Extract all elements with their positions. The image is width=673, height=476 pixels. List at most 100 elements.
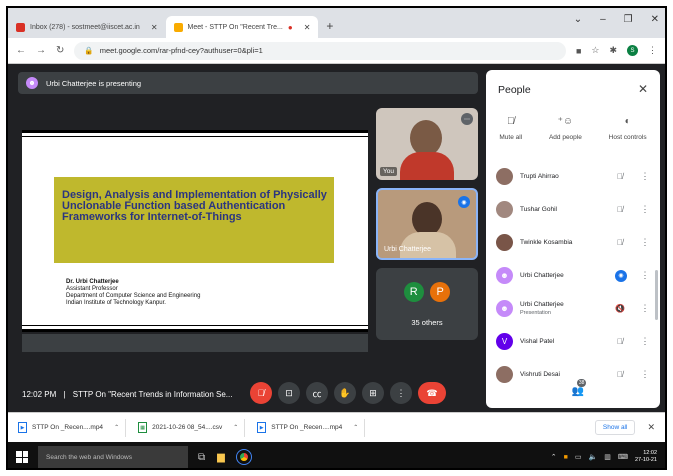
presenter-avatar: ☻ [26, 77, 38, 89]
windows-start-icon[interactable] [16, 451, 28, 463]
present-screen-icon[interactable]: ⊞ [362, 382, 384, 404]
download-item[interactable]: ▶ STTP On _Recen....mp4 ⌃ [18, 418, 127, 437]
avatar [496, 168, 513, 185]
back-icon[interactable]: ← [16, 45, 26, 56]
slide-author-block: Dr. Urbi Chatterjee Assistant Professor … [66, 279, 200, 307]
clock-date: 27-10-21 [634, 457, 657, 463]
menu-icon[interactable]: ⋮ [648, 45, 657, 56]
url-field[interactable]: 🔒 meet.google.com/rar-pfnd-cey?authuser=… [74, 41, 566, 60]
mute-all-button[interactable]: 🎙̸ Mute all [499, 116, 522, 141]
host-controls-button[interactable]: ◐ Host controls [609, 116, 647, 141]
self-video-tile[interactable]: ⋯ You [376, 108, 478, 180]
csv-file-icon: ▦ [138, 422, 148, 433]
new-tab-button[interactable]: + [318, 19, 341, 38]
participant-name: Trupti Ahirrao [520, 172, 559, 180]
host-controls-icon[interactable]: ⛨ [644, 386, 652, 397]
speaking-indicator-icon: ◉ [458, 196, 470, 208]
end-call-button[interactable]: ☎ [418, 382, 446, 404]
avatar [496, 234, 513, 251]
tab-meet[interactable]: Meet - STTP On "Recent Tre... ● ✕ [165, 16, 319, 38]
mic-off-icon: 🎙̸ [617, 337, 623, 346]
slide-author-inst: Indian Institute of Technology Kanpur. [66, 300, 166, 306]
people-scrollbar[interactable] [655, 270, 658, 320]
tray-app-icon[interactable]: ■ [564, 454, 568, 461]
chevron-up-icon[interactable]: ⌃ [233, 424, 238, 431]
taskbar-clock[interactable]: 12:02 27-10-21 [635, 450, 657, 464]
info-icon[interactable]: ⓘ [548, 384, 558, 399]
more-options-icon[interactable]: ⋮ [640, 237, 650, 248]
download-item[interactable]: ▦ 2021-10-26 08_54....csv ⌃ [138, 418, 246, 437]
close-icon[interactable]: ✕ [304, 23, 311, 32]
reload-icon[interactable]: ↻ [56, 45, 64, 56]
list-item[interactable]: Twinkle Kosambia 🎙̸ ⋮ [486, 226, 660, 259]
mic-off-icon: 🎙̸ [617, 205, 623, 214]
more-options-icon[interactable]: ⋮ [390, 382, 412, 404]
others-tile[interactable]: R P 35 others [376, 268, 478, 340]
forward-icon[interactable]: → [36, 45, 46, 56]
chevron-up-icon[interactable]: ⌃ [551, 453, 557, 461]
camera-icon[interactable]: ■ [576, 46, 581, 56]
meeting-time: 12:02 PM [22, 389, 57, 399]
system-tray: ⌃ ■ ▭ 🔈 ▥ ⌨ 12:02 27-10-21 [551, 450, 657, 464]
chevron-up-icon[interactable]: ⌃ [353, 424, 358, 431]
list-item[interactable]: ☻ Urbi Chatterjee Presentation 🔇 ⋮ [486, 292, 660, 325]
add-people-button[interactable]: ⁺☺ Add people [549, 116, 582, 141]
keyboard-icon[interactable]: ⌨ [618, 453, 628, 461]
chevron-up-icon[interactable]: ⌃ [114, 424, 119, 431]
add-people-label: Add people [548, 134, 582, 141]
more-options-icon[interactable]: ⋮ [640, 270, 650, 281]
people-panel: People ✕ 🎙̸ Mute all ⁺☺ Add people ◐ Hos… [486, 70, 660, 408]
close-icon[interactable]: ✕ [647, 422, 655, 433]
tab-label: Meet - STTP On "Recent Tre... [187, 23, 283, 31]
download-item[interactable]: ▶ STTP On _Recen....mp4 ⌃ [257, 418, 366, 437]
tab-gmail[interactable]: Inbox (278) - sostmeet@iiscet.ac.in ✕ [8, 16, 166, 38]
avatar: V [496, 333, 513, 350]
battery-icon[interactable]: ▭ [575, 453, 582, 461]
star-icon[interactable]: ☆ [591, 45, 599, 56]
activities-icon[interactable]: △ [622, 386, 630, 397]
show-all-button[interactable]: Show all [594, 420, 636, 435]
people-icon[interactable]: 👥 38 [572, 379, 587, 397]
call-controls: 🎙̸ ⊡ ㏄ ✋ ⊞ ⋮ ☎ [250, 382, 446, 404]
speaker-video-tile[interactable]: ◉ Urbi Chatterjee [376, 188, 478, 260]
profile-avatar[interactable]: S [627, 45, 638, 56]
slide-rule-bottom [22, 325, 368, 326]
minimize-icon[interactable]: – [600, 14, 606, 25]
more-options-icon[interactable]: ⋮ [640, 303, 650, 314]
tab-label: Inbox (278) - sostmeet@iiscet.ac.in [30, 23, 140, 31]
clock-time: 12:02 [643, 450, 657, 456]
more-options-icon[interactable]: ⋮ [640, 336, 650, 347]
download-name: STTP On _Recen....mp4 [271, 424, 343, 431]
camera-off-icon[interactable]: ⊡ [278, 382, 300, 404]
raise-hand-icon[interactable]: ✋ [334, 382, 356, 404]
avatar: P [430, 282, 451, 302]
close-icon[interactable]: ✕ [638, 82, 648, 96]
captions-icon[interactable]: ㏄ [306, 382, 328, 404]
maximize-icon[interactable]: ❐ [624, 14, 633, 25]
network-icon[interactable]: ▥ [604, 453, 611, 461]
mic-off-icon[interactable]: 🎙̸ [250, 382, 272, 404]
file-explorer-icon[interactable]: ▆ [217, 452, 225, 463]
volume-icon[interactable]: 🔈 [589, 453, 598, 461]
chrome-icon[interactable] [235, 449, 252, 465]
mic-off-icon: 🎙̸ [617, 238, 623, 247]
list-item[interactable]: Trupti Ahirrao 🎙̸ ⋮ [486, 160, 660, 193]
close-icon[interactable]: ✕ [151, 23, 158, 32]
taskbar-search[interactable]: Search the web and Windows [38, 446, 188, 468]
chevron-down-icon[interactable]: ⌄ [574, 14, 582, 25]
extensions-icon[interactable]: ✱ [609, 45, 617, 56]
list-item[interactable]: V Vishal Patel 🎙̸ ⋮ [486, 325, 660, 358]
close-window-icon[interactable]: ✕ [651, 14, 659, 25]
meeting-title: STTP On "Recent Trends in Information Se… [72, 389, 233, 399]
participant-name: Vishal Patel [520, 337, 555, 345]
list-item[interactable]: ☻ Urbi Chatterjee ◉ ⋮ [486, 259, 660, 292]
pin-icon[interactable]: ⋯ [461, 113, 473, 125]
screenshot-frame: Inbox (278) - sostmeet@iiscet.ac.in ✕ Me… [6, 6, 667, 470]
chat-icon[interactable]: ▤ [598, 386, 607, 397]
participant-name-text: Urbi Chatterjee [520, 300, 564, 308]
more-options-icon[interactable]: ⋮ [640, 171, 650, 182]
more-options-icon[interactable]: ⋮ [640, 204, 650, 215]
list-item[interactable]: Tushar Gohil 🎙̸ ⋮ [486, 193, 660, 226]
task-view-icon[interactable]: ⧉ [198, 452, 205, 463]
people-actions: 🎙̸ Mute all ⁺☺ Add people ◐ Host control… [486, 116, 660, 141]
